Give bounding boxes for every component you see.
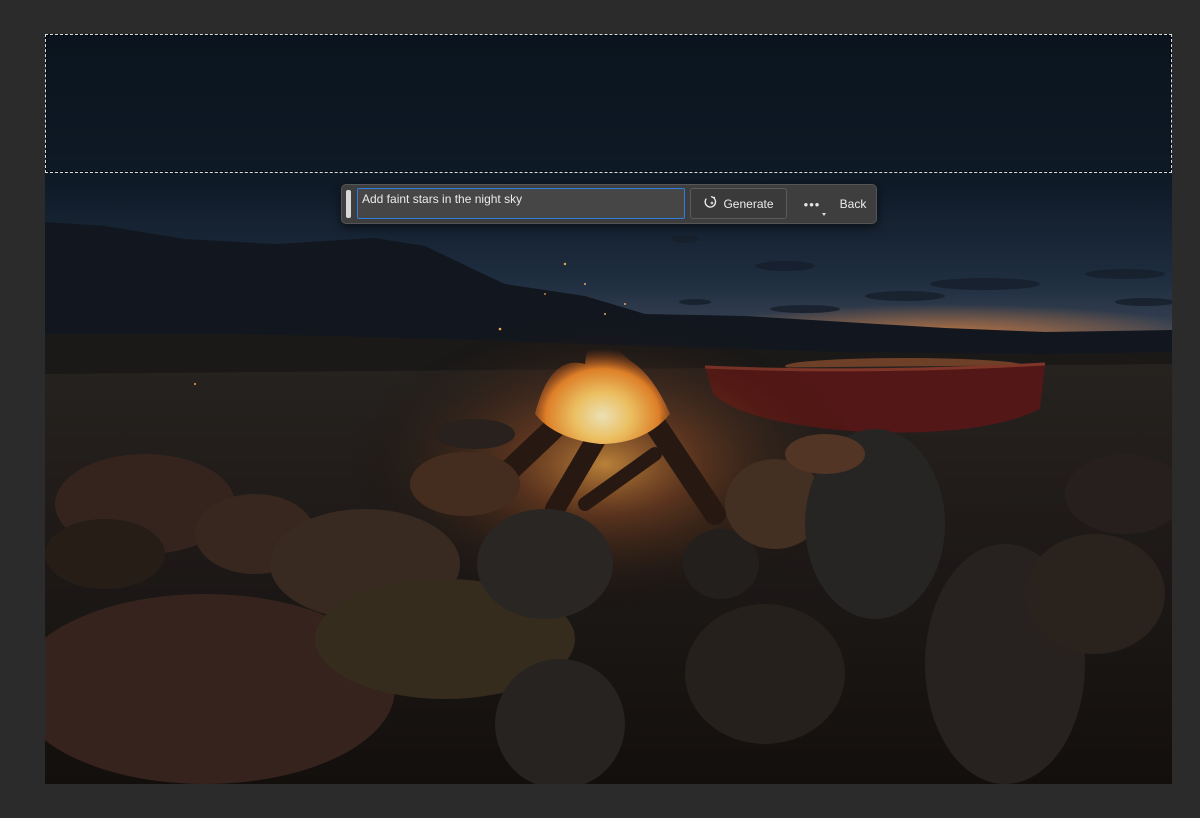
back-button[interactable]: Back [834,191,872,217]
generate-button[interactable]: Generate [690,188,787,219]
back-label: Back [839,197,867,211]
generate-label: Generate [723,196,774,211]
contextual-taskbar: Generate ••• Back [341,184,877,224]
generative-prompt-input[interactable] [357,188,685,219]
chevron-down-icon [822,213,826,216]
drag-handle[interactable] [346,190,351,218]
generative-sparkle-icon [703,195,717,212]
more-options-icon: ••• [803,196,821,212]
campfire-photo [45,34,1172,784]
document-canvas[interactable] [45,34,1172,784]
